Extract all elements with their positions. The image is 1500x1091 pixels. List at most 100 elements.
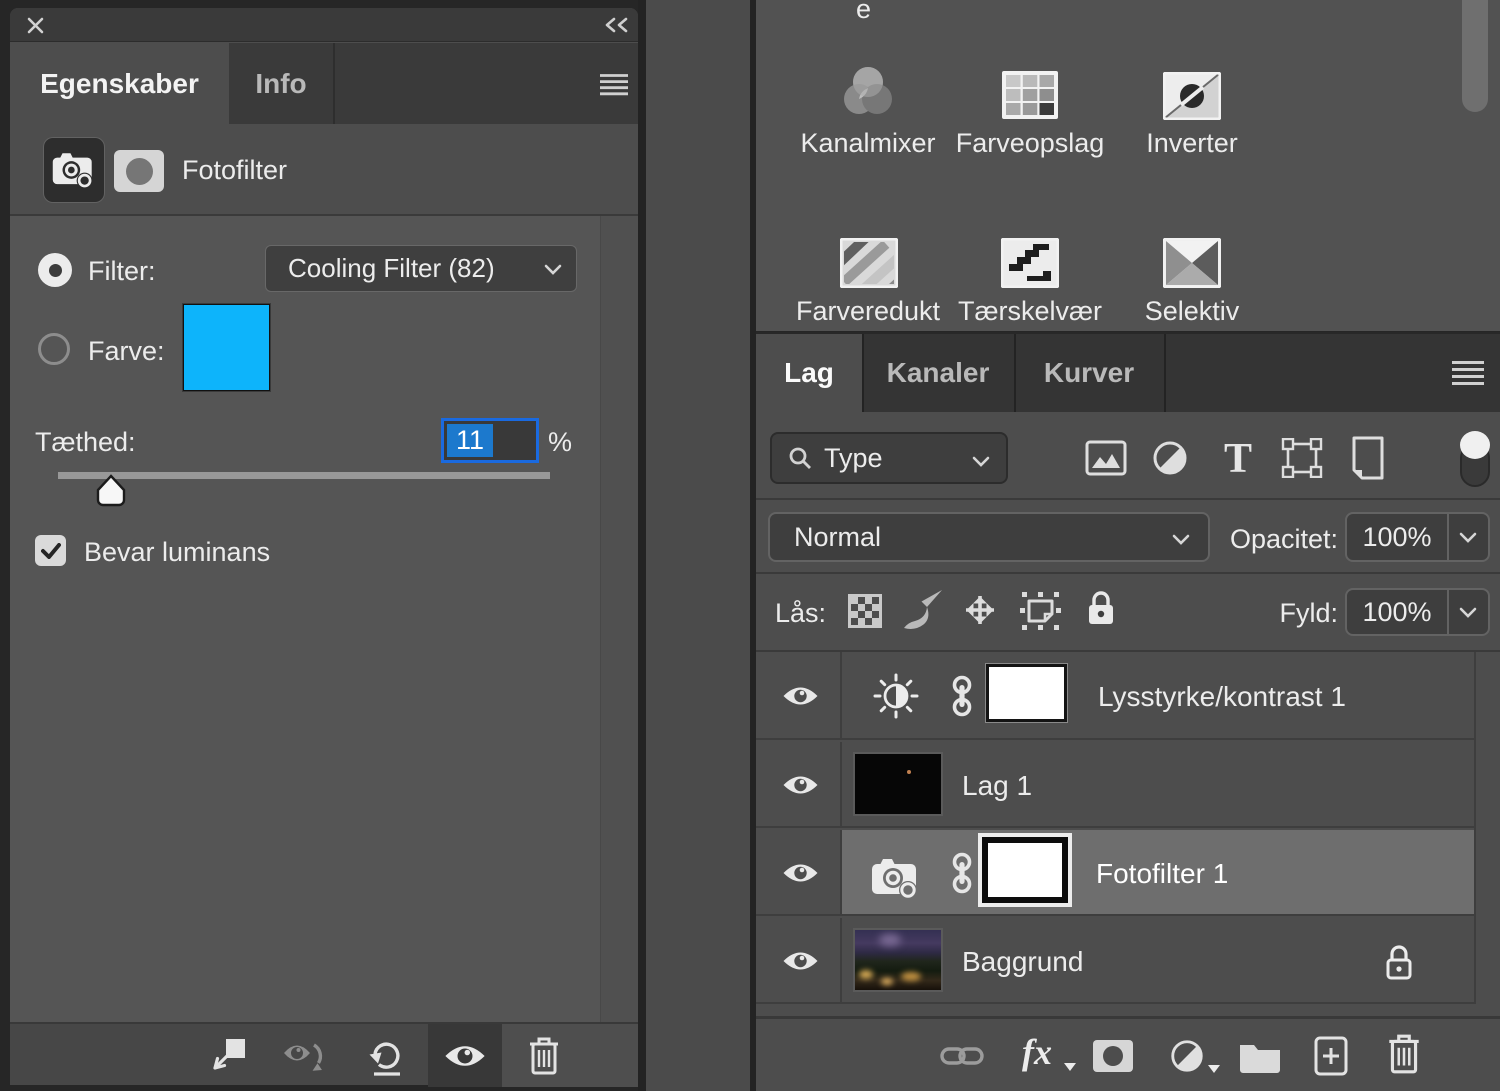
layer-mask-thumbnail-selected[interactable] bbox=[982, 837, 1068, 903]
new-adjustment-layer-icon[interactable] bbox=[1168, 1037, 1206, 1075]
scrollbar-track[interactable] bbox=[600, 216, 638, 1022]
toggle-visibility-button[interactable] bbox=[428, 1024, 502, 1087]
properties-footer bbox=[10, 1022, 638, 1085]
filter-radio[interactable] bbox=[38, 253, 72, 287]
panel-menu-icon[interactable] bbox=[1450, 360, 1486, 386]
layers-panel: Lag Kanaler Kurver Type T bbox=[756, 332, 1500, 1091]
adjustment-item-label[interactable]: Inverter bbox=[1092, 128, 1292, 159]
mask-link-icon bbox=[948, 852, 976, 894]
visibility-eye-icon[interactable] bbox=[782, 772, 819, 798]
lock-label: Lås: bbox=[775, 598, 826, 629]
filter-select[interactable]: Cooling Filter (82) bbox=[265, 245, 577, 292]
filter-type-layers-icon[interactable]: T bbox=[1218, 438, 1258, 478]
layer-name[interactable]: Lag 1 bbox=[962, 770, 1032, 802]
layer-filter-toggle[interactable] bbox=[1456, 428, 1494, 490]
adjustment-item-label[interactable]: Selektiv bbox=[1092, 296, 1292, 327]
tab-info[interactable]: Info bbox=[229, 43, 333, 124]
eye-icon bbox=[444, 1041, 486, 1071]
density-input[interactable]: 11 bbox=[441, 418, 539, 463]
fill-field[interactable]: 100% bbox=[1345, 588, 1490, 636]
filter-smart-objects-icon[interactable] bbox=[1348, 436, 1388, 480]
filter-label: Filter: bbox=[88, 256, 156, 287]
link-layers-icon[interactable] bbox=[940, 1043, 984, 1069]
layer-filter-select[interactable]: Type bbox=[770, 432, 1008, 484]
opacity-value: 100% bbox=[1362, 522, 1431, 553]
fx-caret-icon bbox=[1064, 1063, 1076, 1071]
tab-separator bbox=[333, 43, 335, 124]
background-layer-thumbnail[interactable] bbox=[853, 928, 943, 992]
tab-lag[interactable]: Lag bbox=[756, 334, 862, 412]
selective-color-icon[interactable] bbox=[1163, 238, 1221, 288]
density-slider-thumb[interactable] bbox=[94, 474, 128, 510]
filter-select-value: Cooling Filter (82) bbox=[288, 253, 495, 284]
layer-row-fotofilter[interactable]: Fotofilter 1 bbox=[756, 830, 1474, 916]
layer-row-lag1[interactable]: Lag 1 bbox=[756, 742, 1474, 828]
lock-all-icon[interactable] bbox=[1086, 588, 1116, 628]
filter-adjustment-layers-icon[interactable] bbox=[1150, 438, 1190, 478]
adjustment-caret-icon bbox=[1208, 1065, 1220, 1073]
lock-pixels-icon[interactable] bbox=[900, 586, 946, 632]
layer-name[interactable]: Baggrund bbox=[962, 946, 1083, 978]
layer-row-lysstyrke[interactable]: Lysstyrke/kontrast 1 bbox=[756, 652, 1474, 740]
camera-icon bbox=[870, 856, 922, 900]
color-label: Farve: bbox=[88, 336, 165, 367]
layer-name[interactable]: Fotofilter 1 bbox=[1096, 858, 1228, 890]
chevron-down-icon[interactable] bbox=[1459, 607, 1477, 618]
tab-kurver[interactable]: Kurver bbox=[1014, 334, 1164, 412]
dock-spacer bbox=[646, 0, 750, 1091]
visibility-eye-icon[interactable] bbox=[782, 948, 819, 974]
cut-off-label: e bbox=[856, 0, 871, 25]
density-label: Tæthed: bbox=[35, 427, 136, 458]
channel-mixer-icon[interactable] bbox=[840, 64, 896, 122]
background-lock-icon[interactable] bbox=[1384, 942, 1414, 982]
delete-layer-icon[interactable] bbox=[1386, 1033, 1422, 1075]
color-radio[interactable] bbox=[38, 333, 70, 365]
density-slider-track[interactable] bbox=[58, 472, 550, 479]
layers-footer: fx bbox=[756, 1019, 1500, 1091]
layer-row-baggrund[interactable]: Baggrund bbox=[756, 918, 1474, 1004]
scrollbar-thumb[interactable] bbox=[1462, 0, 1488, 112]
previous-state-eye-icon[interactable] bbox=[283, 1040, 331, 1074]
chevron-down-icon bbox=[544, 264, 562, 275]
close-icon[interactable] bbox=[26, 16, 45, 35]
tab-egenskaber[interactable]: Egenskaber bbox=[10, 43, 229, 124]
add-mask-icon[interactable] bbox=[1092, 1039, 1134, 1073]
new-layer-icon[interactable] bbox=[1312, 1035, 1350, 1077]
panel-menu-icon[interactable] bbox=[598, 73, 630, 97]
invert-icon[interactable] bbox=[1163, 72, 1221, 120]
luminance-checkbox[interactable] bbox=[35, 535, 66, 566]
layer-mask-thumbnail[interactable] bbox=[986, 664, 1067, 722]
blend-mode-select[interactable]: Normal bbox=[768, 512, 1210, 562]
filter-pixel-layers-icon[interactable] bbox=[1085, 440, 1127, 476]
new-group-icon[interactable] bbox=[1238, 1039, 1282, 1073]
layer-thumbnail[interactable] bbox=[853, 752, 943, 816]
reset-icon[interactable] bbox=[367, 1036, 407, 1076]
chevron-down-icon[interactable] bbox=[1459, 532, 1477, 543]
color-swatch[interactable] bbox=[183, 304, 270, 391]
posterize-icon[interactable] bbox=[840, 238, 898, 288]
visibility-eye-icon[interactable] bbox=[782, 683, 819, 709]
delete-icon[interactable] bbox=[526, 1036, 562, 1076]
properties-content: Filter: Cooling Filter (82) Farve: Tæthe… bbox=[10, 216, 638, 1022]
properties-panel: Egenskaber Info Fotofilter bbox=[10, 8, 638, 1085]
tab-kanaler[interactable]: Kanaler bbox=[862, 334, 1014, 412]
lock-transparency-icon[interactable] bbox=[848, 594, 882, 628]
fill-value: 100% bbox=[1362, 597, 1431, 628]
layer-name[interactable]: Lysstyrke/kontrast 1 bbox=[1098, 681, 1346, 713]
collapse-panel-icon[interactable] bbox=[602, 17, 632, 33]
lock-artboard-icon[interactable] bbox=[1018, 590, 1064, 632]
color-lookup-icon[interactable] bbox=[1001, 70, 1059, 120]
opacity-field[interactable]: 100% bbox=[1345, 512, 1490, 562]
clip-to-layer-icon[interactable] bbox=[209, 1038, 247, 1074]
threshold-icon[interactable] bbox=[1001, 238, 1059, 288]
luminance-label: Bevar luminans bbox=[84, 537, 270, 568]
layer-style-icon[interactable]: fx bbox=[1022, 1031, 1052, 1073]
density-input-selection: 11 bbox=[447, 424, 493, 457]
mask-icon-button[interactable] bbox=[114, 150, 164, 192]
adjustments-panel: e Kanalmixer Farveopslag Inverter bbox=[756, 0, 1500, 331]
photo-filter-icon-button[interactable] bbox=[44, 138, 104, 202]
layers-scroll-gutter[interactable] bbox=[1474, 652, 1500, 1004]
lock-position-icon[interactable] bbox=[958, 588, 1002, 632]
filter-shape-layers-icon[interactable] bbox=[1280, 438, 1324, 478]
visibility-eye-icon[interactable] bbox=[782, 860, 819, 886]
